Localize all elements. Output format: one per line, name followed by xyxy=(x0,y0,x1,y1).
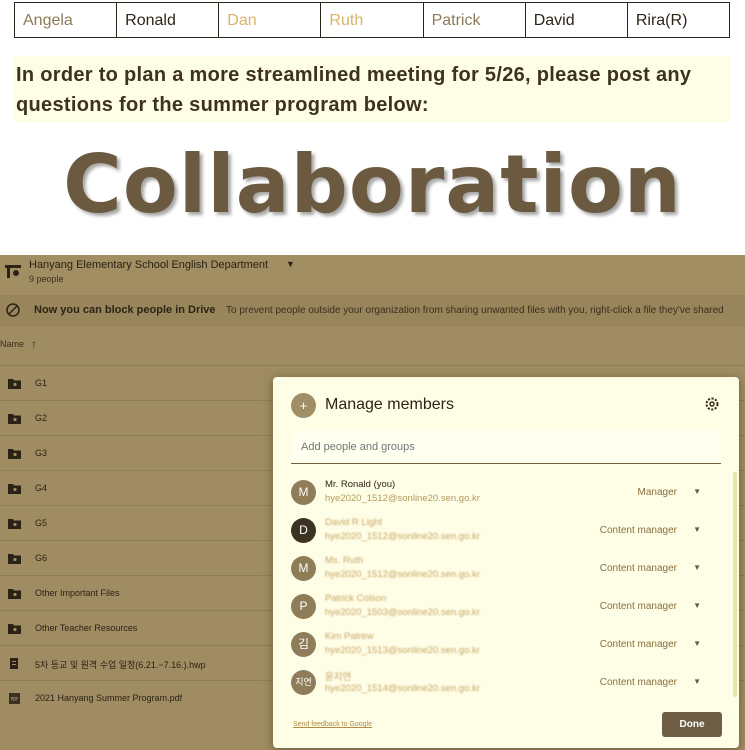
dialog-title: Manage members xyxy=(325,396,454,413)
member-email: hye2020_1513@sonline20.sen.go.kr xyxy=(325,645,480,656)
pdf-icon: PDF xyxy=(9,693,20,704)
name-cell: Dan xyxy=(219,3,322,37)
role-dropdown[interactable]: Content manager xyxy=(600,525,677,536)
chevron-down-icon[interactable]: ▼ xyxy=(693,563,701,572)
name-cell: Patrick xyxy=(424,3,526,37)
question-text: In order to plan a more streamlined meet… xyxy=(14,56,730,122)
name-cell: David xyxy=(526,3,628,37)
done-button[interactable]: Done xyxy=(662,712,722,737)
member-email: hye2020_1503@sonline20.sen.go.kr xyxy=(325,607,480,618)
gear-icon[interactable] xyxy=(704,396,720,412)
shared-folder-icon xyxy=(8,554,21,564)
member-email: hye2020_1514@sonline20.sen.go.kr xyxy=(325,683,480,694)
member-row: P Patrick Colson hye2020_1503@sonline20.… xyxy=(291,591,721,627)
member-name: Patrick Colson xyxy=(325,593,387,604)
member-row: D David R Light hye2020_1512@sonline20.s… xyxy=(291,515,721,551)
sort-arrow-icon[interactable]: ↑ xyxy=(31,337,37,351)
shared-folder-icon xyxy=(8,519,21,529)
file-name[interactable]: G2 xyxy=(35,413,47,423)
add-people-input[interactable] xyxy=(291,430,721,464)
member-name: David R Light xyxy=(325,517,383,528)
add-person-icon: + xyxy=(291,393,316,418)
department-name[interactable]: Hanyang Elementary School English Depart… xyxy=(29,259,268,271)
collaboration-title: Collaboration xyxy=(63,138,682,231)
send-feedback-link[interactable]: Send feedback to Google xyxy=(293,721,372,728)
file-name[interactable]: G5 xyxy=(35,518,47,528)
name-column-label[interactable]: Name xyxy=(0,339,24,349)
member-row: 김 Kim Patrew hye2020_1513@sonline20.sen.… xyxy=(291,629,721,665)
member-count[interactable]: 9 people xyxy=(29,274,64,284)
file-name[interactable]: Other Teacher Resources xyxy=(35,623,137,633)
member-name: Mr. Ronald (you) xyxy=(325,479,396,490)
shared-drive-header: Hanyang Elementary School English Depart… xyxy=(0,255,745,291)
chevron-down-icon[interactable]: ▼ xyxy=(693,639,701,648)
file-name[interactable]: G4 xyxy=(35,483,47,493)
role-dropdown[interactable]: Content manager xyxy=(600,563,677,574)
shared-folder-icon xyxy=(8,449,21,459)
file-name[interactable]: 5차 등교 및 원격 수업 일정(6.21.~7.16.).hwp xyxy=(35,658,206,671)
block-icon xyxy=(6,303,20,317)
shared-folder-icon xyxy=(8,484,21,494)
shared-folder-icon xyxy=(8,414,21,424)
member-email: hye2020_1512@sonline20.sen.go.kr xyxy=(325,531,480,542)
role-dropdown[interactable]: Content manager xyxy=(600,601,677,612)
member-row: M Mr. Ronald (you) hye2020_1512@sonline2… xyxy=(291,477,721,513)
names-table: Angela Ronald Dan Ruth Patrick David Rir… xyxy=(14,2,730,38)
member-name: Ms. Ruth xyxy=(325,555,364,566)
chevron-down-icon[interactable]: ▼ xyxy=(693,601,701,610)
chevron-down-icon[interactable]: ▼ xyxy=(693,487,701,496)
avatar: M xyxy=(291,556,316,581)
shared-drive-icon xyxy=(5,265,21,278)
name-sort-header[interactable]: Name ↑ xyxy=(0,337,37,351)
member-email: hye2020_1512@sonline20.sen.go.kr xyxy=(325,569,480,580)
file-name[interactable]: Other Important Files xyxy=(35,588,120,598)
avatar: D xyxy=(291,518,316,543)
scrollbar[interactable] xyxy=(733,472,737,697)
member-row: 지연 윤지연 hye2020_1514@sonline20.sen.go.kr … xyxy=(291,667,721,703)
avatar: M xyxy=(291,480,316,505)
shared-folder-icon xyxy=(8,589,21,599)
shared-folder-icon xyxy=(8,379,21,389)
chevron-down-icon[interactable]: ▼ xyxy=(286,259,295,269)
role-dropdown[interactable]: Content manager xyxy=(600,677,677,688)
member-email: hye2020_1512@sonline20.sen.go.kr xyxy=(325,493,480,504)
svg-text:PDF: PDF xyxy=(11,697,19,702)
member-name: 윤지연 xyxy=(325,672,352,683)
name-cell: Ruth xyxy=(321,3,424,37)
file-name[interactable]: G6 xyxy=(35,553,47,563)
notice-title: Now you can block people in Drive xyxy=(34,304,216,316)
avatar: 지연 xyxy=(291,670,316,695)
avatar: P xyxy=(291,594,316,619)
file-name[interactable]: 2021 Hanyang Summer Program.pdf xyxy=(35,693,182,703)
block-notice-banner: Now you can block people in Drive To pre… xyxy=(0,295,745,327)
name-cell: Rira(R) xyxy=(635,12,688,29)
role-dropdown[interactable]: Manager xyxy=(638,487,677,498)
avatar: 김 xyxy=(291,632,316,657)
chevron-down-icon[interactable]: ▼ xyxy=(693,677,701,686)
file-name[interactable]: G1 xyxy=(35,378,47,388)
name-cell: Ronald xyxy=(117,3,220,37)
notice-text: To prevent people outside your organizat… xyxy=(226,305,724,316)
role-dropdown[interactable]: Content manager xyxy=(600,639,677,650)
shared-folder-icon xyxy=(8,624,21,634)
member-name: Kim Patrew xyxy=(325,631,374,642)
member-row: M Ms. Ruth hye2020_1512@sonline20.sen.go… xyxy=(291,553,721,589)
name-cell: Angela xyxy=(15,3,118,37)
document-icon xyxy=(10,658,18,669)
chevron-down-icon[interactable]: ▼ xyxy=(693,525,701,534)
manage-members-dialog: + Manage members M Mr. Ronald (you) hye2… xyxy=(273,377,739,748)
file-name[interactable]: G3 xyxy=(35,448,47,458)
